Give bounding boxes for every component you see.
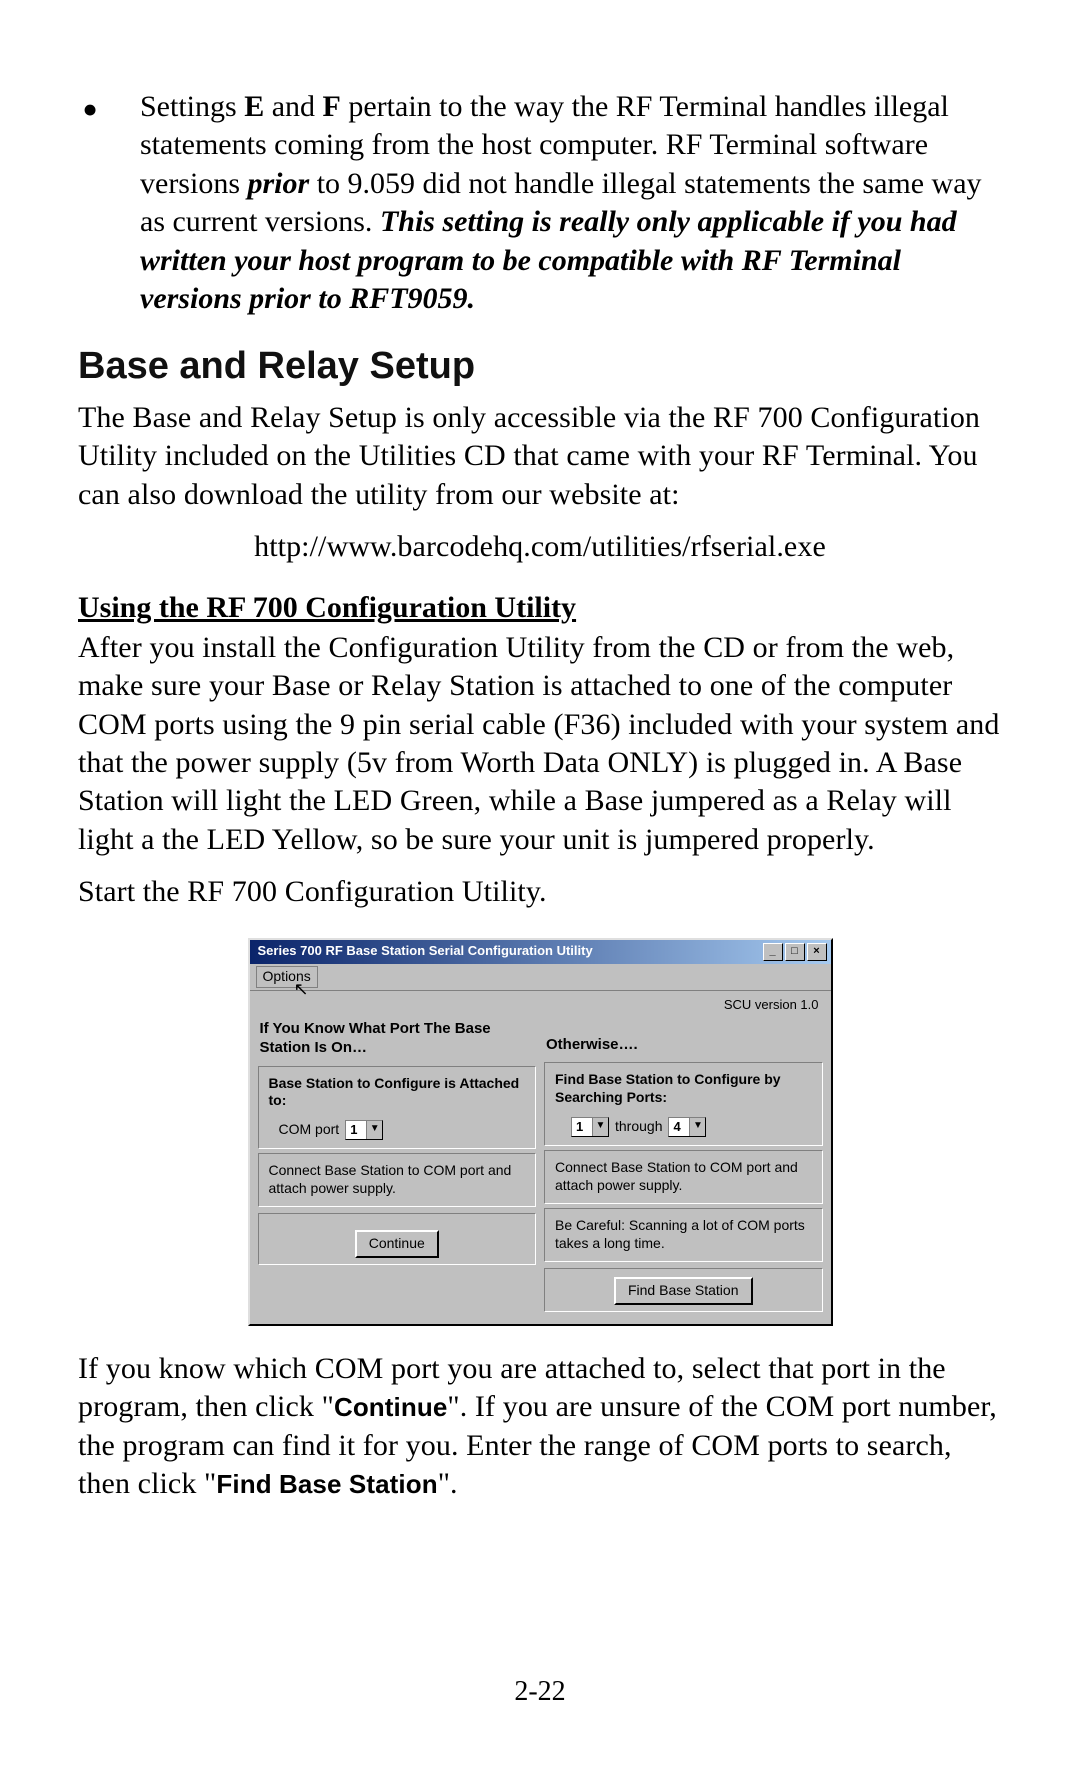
heading-base-relay: Base and Relay Setup xyxy=(78,342,1002,391)
right-group-note2: Be Careful: Scanning a lot of COM ports … xyxy=(544,1208,823,1262)
tail-paragraph: If you know which COM port you are attac… xyxy=(78,1350,1002,1504)
left-column: If You Know What Port The Base Station I… xyxy=(258,1013,537,1312)
com-port-value: 1 xyxy=(346,1121,366,1139)
through-label: through xyxy=(615,1118,662,1136)
t: F xyxy=(323,90,341,123)
chevron-down-icon: ▼ xyxy=(592,1118,608,1136)
right-button-row: Find Base Station xyxy=(544,1268,823,1312)
minimize-button[interactable]: _ xyxy=(763,943,783,961)
right-group-search: Find Base Station to Configure by Search… xyxy=(544,1062,823,1146)
close-button[interactable]: × xyxy=(807,943,827,961)
chevron-down-icon: ▼ xyxy=(689,1118,705,1136)
search-to-value: 4 xyxy=(669,1118,689,1136)
left-group-note: Connect Base Station to COM port and att… xyxy=(258,1153,537,1207)
bullet-dot: • xyxy=(78,88,140,318)
right-group-note1: Connect Base Station to COM port and att… xyxy=(544,1150,823,1204)
bullet-text: Settings E and F pertain to the way the … xyxy=(140,88,1002,318)
client-area: SCU version 1.0 If You Know What Port Th… xyxy=(250,991,831,1324)
t: prior xyxy=(248,167,310,200)
left-group-port-label: Base Station to Configure is Attached to… xyxy=(269,1075,520,1109)
search-to-dropdown[interactable]: 4 ▼ xyxy=(668,1117,706,1137)
com-port-label: COM port xyxy=(279,1121,340,1139)
start-paragraph: Start the RF 700 Configuration Utility. xyxy=(78,873,1002,911)
config-utility-screenshot: Series 700 RF Base Station Serial Config… xyxy=(248,938,833,1326)
t: E xyxy=(244,90,264,123)
t: Settings xyxy=(140,90,244,123)
chevron-down-icon: ▼ xyxy=(366,1121,382,1139)
after-sub-paragraph: After you install the Configuration Util… xyxy=(78,629,1002,859)
right-heading: Otherwise…. xyxy=(544,1013,823,1062)
left-button-row: Continue xyxy=(258,1213,537,1265)
page-number: 2-22 xyxy=(0,1674,1080,1710)
bullet-item: • Settings E and F pertain to the way th… xyxy=(78,88,1002,318)
t: and xyxy=(264,90,322,123)
window-title: Series 700 RF Base Station Serial Config… xyxy=(258,943,761,960)
t: ". xyxy=(438,1467,458,1500)
t: Continue xyxy=(334,1392,447,1422)
find-base-station-button[interactable]: Find Base Station xyxy=(614,1277,753,1305)
left-heading: If You Know What Port The Base Station I… xyxy=(258,1013,537,1065)
window: Series 700 RF Base Station Serial Config… xyxy=(248,938,833,1326)
titlebar: Series 700 RF Base Station Serial Config… xyxy=(250,940,831,964)
menubar: Options ↖ xyxy=(250,964,831,991)
menu-options[interactable]: Options xyxy=(256,966,318,988)
right-column: Otherwise…. Find Base Station to Configu… xyxy=(544,1013,823,1312)
window-controls: _ □ × xyxy=(761,943,827,961)
com-port-dropdown[interactable]: 1 ▼ xyxy=(345,1120,383,1140)
intro-paragraph: The Base and Relay Setup is only accessi… xyxy=(78,399,1002,514)
utility-url: http://www.barcodehq.com/utilities/rfser… xyxy=(78,528,1002,566)
search-from-value: 1 xyxy=(572,1118,592,1136)
right-group-search-label: Find Base Station to Configure by Search… xyxy=(555,1071,781,1105)
t: Find Base Station xyxy=(216,1469,437,1499)
subheading-using-utility: Using the RF 700 Configuration Utility xyxy=(78,589,1002,627)
continue-button[interactable]: Continue xyxy=(355,1230,439,1258)
maximize-button[interactable]: □ xyxy=(785,943,805,961)
search-from-dropdown[interactable]: 1 ▼ xyxy=(571,1117,609,1137)
left-group-port: Base Station to Configure is Attached to… xyxy=(258,1066,537,1150)
